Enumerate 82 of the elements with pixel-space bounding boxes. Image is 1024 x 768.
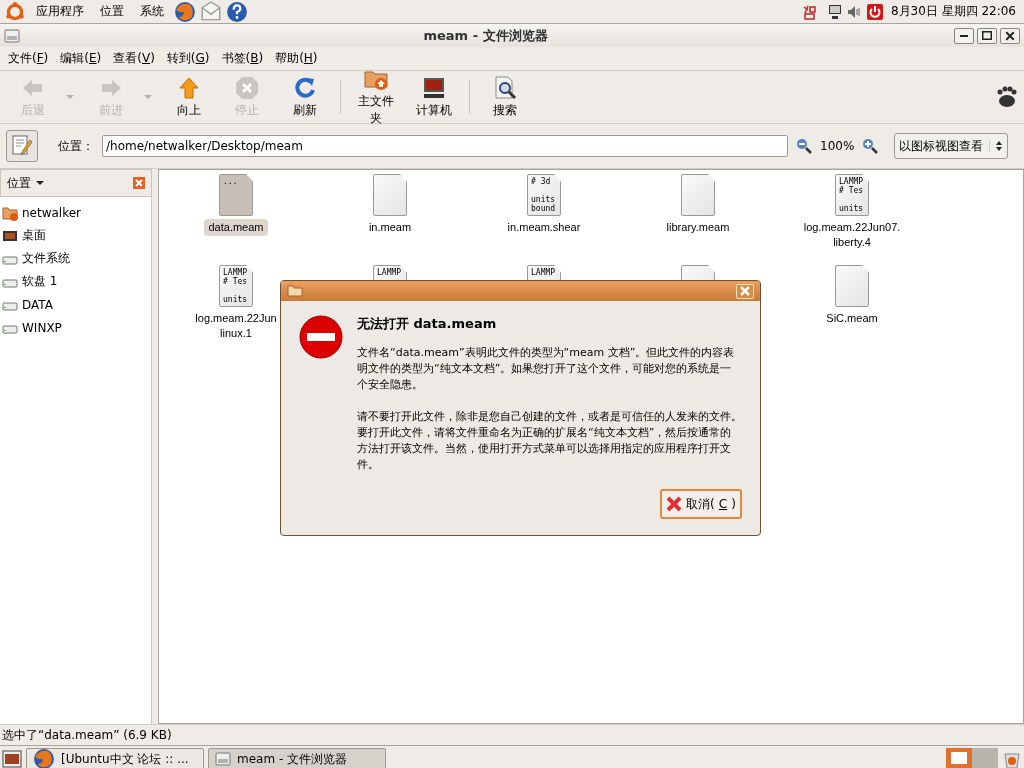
window-menu-icon (4, 27, 20, 44)
minimize-button[interactable] (954, 27, 974, 44)
stop-icon (235, 75, 259, 100)
dropdown-caret-icon (35, 180, 45, 186)
home-folder-icon (2, 204, 18, 221)
edit-location-button[interactable] (6, 130, 38, 162)
panel-menu[interactable]: 应用程序 (30, 3, 90, 20)
close-icon (739, 285, 751, 297)
minimize-icon (960, 34, 968, 37)
taskbar-button[interactable]: [Ubuntu中文 论坛 :: ... (26, 748, 204, 768)
dialog-heading: 无法打开 data.meam (357, 315, 498, 333)
menu-item[interactable]: 转到(G) (160, 50, 216, 67)
sidebar-item[interactable]: netwalker (22, 205, 82, 220)
folder-icon (287, 283, 303, 299)
menu-item[interactable]: 编辑(E) (54, 50, 108, 67)
cancel-button[interactable]: 取消( C ) (660, 489, 742, 519)
view-mode-dropdown[interactable]: 以图标视图查看 (894, 133, 1009, 159)
workspace-switcher-icon (946, 748, 998, 768)
sidebar-item[interactable]: DATA (22, 297, 53, 312)
file-name[interactable]: in.meam.shear (503, 219, 585, 236)
dialog-message: 请不要打开此文件，除非是您自己创建的文件，或者是可信任的人发来的文件。要打开此文件，请将文件重命名为正确的扩展名“纯文本文档”，然后按通常的方法打开该文件。当然，使用打开方式菜单可以选择用指定的应用程序打开文件。 (357, 409, 742, 473)
location-label: 位置： (58, 137, 94, 155)
file-icon[interactable]: # 3d units bound (527, 174, 561, 216)
status-text: 选中了“data.meam” (6.9 KB) (2, 726, 172, 744)
file-icon[interactable] (681, 174, 715, 216)
help-icon (226, 0, 248, 23)
location-field[interactable]: /home/netwalker/Desktop/meam (102, 135, 788, 157)
close-icon (133, 177, 145, 189)
zoom-level: 100% (820, 139, 855, 153)
notepad-pencil-icon (10, 134, 34, 158)
file-name[interactable]: log.meam.22Jun linux.1 (191, 310, 281, 342)
sidebar-item[interactable]: 桌面 (22, 227, 46, 244)
zoom-out-icon (796, 138, 812, 154)
window-title: meam - 文件浏览器 (422, 26, 549, 45)
globe-icon (33, 748, 55, 768)
reload-icon (293, 75, 317, 100)
spinner-arrows-icon (995, 140, 1004, 152)
search-icon (493, 75, 517, 100)
file-icon[interactable] (373, 174, 407, 216)
zoom-in-icon (862, 138, 879, 154)
file-icon[interactable]: LAMMP # Tes units (835, 174, 869, 216)
close-button[interactable] (1000, 27, 1020, 44)
toolbar-button[interactable]: 计算机 (405, 73, 463, 121)
toolbar-button[interactable]: 刷新 (276, 73, 334, 121)
close-icon (1004, 29, 1016, 42)
clock[interactable]: 8月30日 星期四 22:06 (886, 3, 1020, 20)
file-name[interactable]: library.meam (662, 219, 734, 236)
menu-item[interactable]: 帮助(H) (269, 50, 324, 67)
panel-menu[interactable]: 位置 (94, 3, 130, 20)
toolbar-button[interactable]: 向上 (160, 73, 218, 121)
cancel-x-icon (666, 496, 683, 512)
power-icon (866, 3, 883, 20)
file-icon[interactable]: ... (219, 174, 253, 216)
maximize-icon (982, 31, 992, 40)
menu-item[interactable]: 文件(F) (2, 50, 55, 67)
file-icon[interactable] (835, 265, 869, 307)
file-name[interactable]: in.meam (364, 219, 416, 236)
dialog-message: 文件名“data.meam”表明此文件的类型为“meam 文档”。但此文件的内容表明文件的类型为“纯文本文档”。如果您打开了这个文件，可能对您的系统是一个安全隐患。 (357, 345, 736, 393)
file-name[interactable]: data.meam (204, 219, 268, 236)
sidebar-selector[interactable]: 位置 (7, 174, 45, 192)
sidebar-item[interactable]: WINXP (22, 320, 62, 335)
file-name[interactable]: SiC.meam (822, 310, 882, 327)
dropdown-caret-icon (65, 94, 75, 100)
up-arrow-icon (177, 75, 201, 100)
network-icon (826, 3, 843, 20)
ubuntu-logo-icon (4, 0, 26, 23)
globe-icon (174, 0, 196, 23)
file-name[interactable]: log.meam.22Jun07. liberty.4 (799, 219, 905, 251)
dialog-close-button[interactable] (736, 283, 754, 299)
panel-menu[interactable]: 系统 (134, 3, 170, 20)
menu-item[interactable]: 书签(B) (215, 50, 270, 67)
error-icon (299, 315, 343, 359)
file-manager-icon (215, 751, 231, 767)
maximize-button[interactable] (977, 27, 997, 44)
sidebar-item[interactable]: 文件系统 (22, 250, 70, 267)
computer-icon (422, 75, 446, 100)
file-icon[interactable]: LAMMP # Tes units (219, 265, 253, 307)
toolbar-button[interactable]: 搜索 (476, 73, 534, 121)
taskbar-button[interactable]: meam - 文件浏览器 (208, 748, 386, 768)
dropdown-caret-icon (143, 94, 153, 100)
sidebar-item[interactable]: 软盘 1 (22, 273, 58, 290)
menu-item[interactable]: 查看(V) (107, 50, 161, 67)
